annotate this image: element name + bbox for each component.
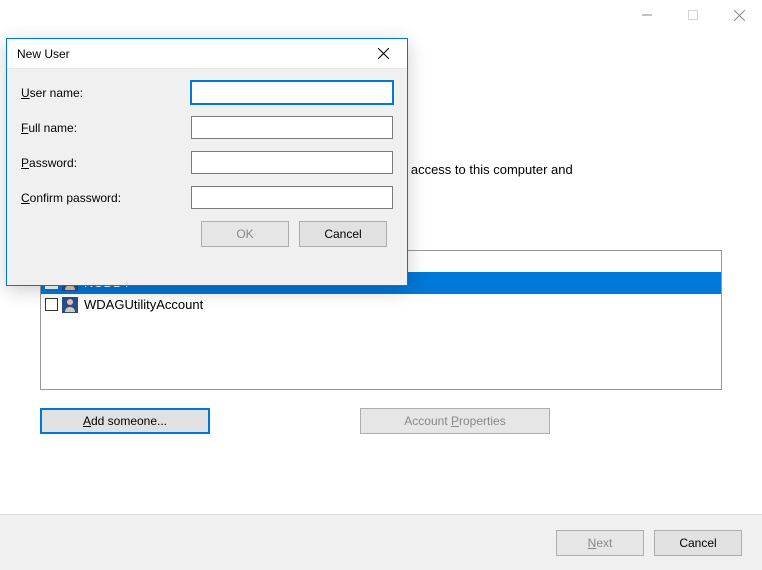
wizard-footer: Next Cancel [0, 514, 762, 570]
dialog-titlebar: New User [7, 39, 407, 69]
close-button[interactable] [716, 0, 762, 30]
list-item[interactable]: WDAGUtilityAccount [41, 294, 721, 316]
user-action-buttons: Add someone... Account Properties [40, 408, 722, 434]
username-input[interactable] [191, 81, 393, 104]
username-label: User name: [21, 86, 191, 100]
dialog-cancel-button[interactable]: Cancel [299, 221, 387, 247]
new-user-dialog: New User User name: Full name: Password:… [6, 38, 408, 286]
confirm-password-label: Confirm password: [21, 191, 191, 205]
fullname-label: Full name: [21, 121, 191, 135]
user-checkbox[interactable] [45, 298, 58, 311]
instruction-text: n access to this computer and [400, 160, 762, 180]
next-button: Next [556, 530, 644, 556]
dialog-title: New User [17, 47, 70, 61]
fullname-input[interactable] [191, 116, 393, 139]
parent-titlebar [0, 0, 762, 30]
ok-button: OK [201, 221, 289, 247]
password-input[interactable] [191, 151, 393, 174]
confirm-password-input[interactable] [191, 186, 393, 209]
add-someone-button[interactable]: Add someone... [40, 408, 210, 434]
maximize-button[interactable] [670, 0, 716, 30]
dialog-body: User name: Full name: Password: Confirm … [7, 69, 407, 257]
minimize-button[interactable] [624, 0, 670, 30]
dialog-close-button[interactable] [361, 40, 405, 68]
account-properties-button: Account Properties [360, 408, 550, 434]
user-icon [62, 297, 78, 313]
password-label: Password: [21, 156, 191, 170]
user-name-label: WDAGUtilityAccount [82, 297, 203, 312]
cancel-button[interactable]: Cancel [654, 530, 742, 556]
